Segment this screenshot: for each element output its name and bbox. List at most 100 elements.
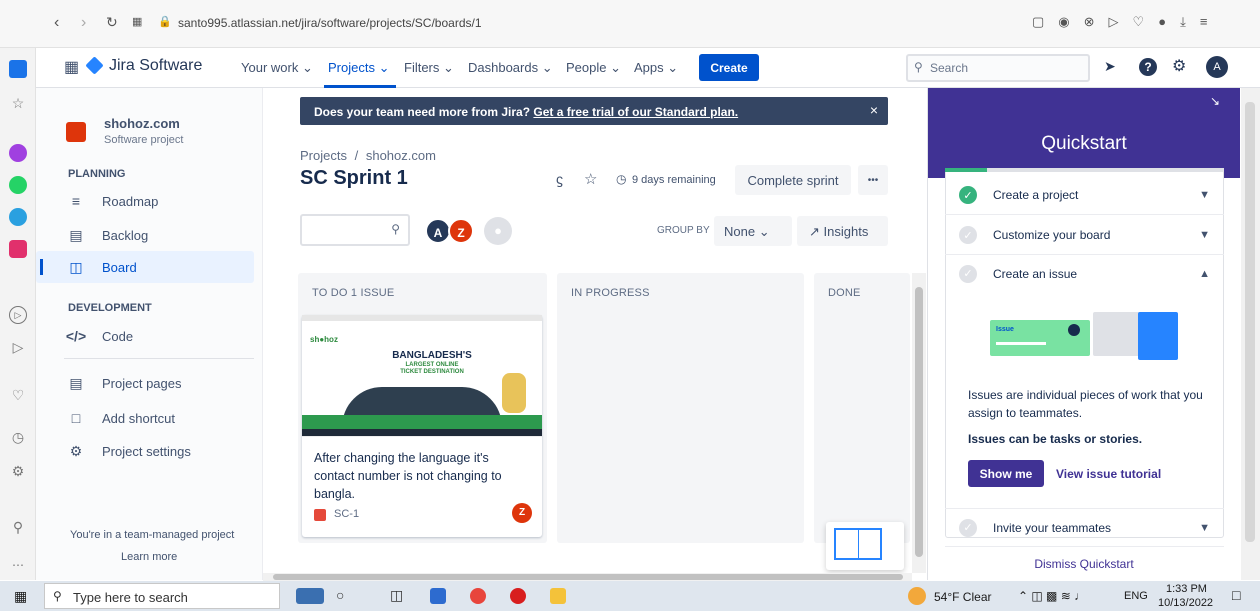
sidebar-item-project-pages[interactable]: ▤ Project pages [64, 368, 181, 398]
breadcrumb-project[interactable]: shohoz.com [366, 148, 436, 163]
group-by-select[interactable]: None ⌄ [714, 216, 792, 246]
chevron-down-icon: ▼ [1199, 189, 1210, 201]
add-people-icon[interactable]: ● [484, 217, 512, 245]
back-icon[interactable]: ‹ [54, 14, 59, 32]
nav-your-work[interactable]: Your work ⌄ [241, 60, 313, 76]
project-sidebar: shohoz.com Software project PLANNING ≡ Ro… [36, 88, 263, 580]
nav-filters[interactable]: Filters ⌄ [404, 60, 454, 76]
project-name[interactable]: shohoz.com [104, 116, 180, 131]
nav-dashboards[interactable]: Dashboards ⌄ [468, 60, 553, 76]
instagram-icon[interactable] [9, 240, 27, 258]
avatar-z[interactable]: Z [448, 218, 474, 244]
more-actions-button[interactable]: ••• [858, 165, 888, 195]
issue-key[interactable]: SC-1 [334, 508, 359, 520]
more-icon[interactable]: ⋯ [9, 556, 27, 574]
settings-icon: ⚙ [69, 442, 83, 459]
sidebar-item-code[interactable]: </> Code [64, 321, 133, 351]
minimap-panel[interactable] [826, 522, 904, 570]
bulb-icon[interactable]: ⚲ [9, 518, 27, 536]
telegram-icon[interactable] [9, 208, 27, 226]
nav-projects[interactable]: Projects ⌄ [328, 60, 389, 76]
column-in-progress: IN PROGRESS [557, 273, 804, 543]
sidebar-item-board[interactable]: ◫ Board [64, 252, 136, 282]
qs-item-create-issue[interactable]: ✓ Create an issue ▲ [945, 254, 1224, 293]
help-icon[interactable]: ? [1139, 58, 1157, 76]
minimize-icon[interactable]: ↘ [1210, 94, 1220, 108]
forward-icon[interactable]: › [81, 14, 86, 32]
lightning-icon[interactable]: ϛ [556, 171, 563, 187]
tray-icons[interactable]: ⌃ ◫ ▩ ≋ ♩ [1018, 589, 1086, 603]
chrome-icon[interactable] [470, 588, 486, 604]
assignee-avatar[interactable]: Z [512, 503, 532, 523]
insights-button[interactable]: ↗ Insights [797, 216, 888, 246]
widget-icon[interactable] [296, 588, 324, 604]
settings-icon[interactable]: ⚙ [9, 462, 27, 480]
history-icon[interactable]: ◷ [9, 428, 27, 446]
show-me-button[interactable]: Show me [968, 460, 1044, 487]
sidebar-item-roadmap[interactable]: ≡ Roadmap [64, 186, 158, 216]
media-icon[interactable]: ▷ [9, 306, 27, 324]
messenger-icon[interactable] [9, 144, 27, 162]
app-switcher-icon[interactable]: ▦ [64, 57, 79, 77]
opera-icon[interactable] [510, 588, 526, 604]
favorites-icon[interactable]: ♡ [9, 386, 27, 404]
search-input[interactable]: ⚲ Search [906, 54, 1090, 82]
language-indicator[interactable]: ENG [1124, 590, 1148, 602]
heart-icon[interactable]: ♡ [1133, 14, 1145, 30]
board-search-input[interactable]: ⚲ [300, 214, 410, 246]
download-icon[interactable]: ⤓ [1180, 14, 1186, 30]
nav-apps[interactable]: Apps ⌄ [634, 60, 678, 76]
nav-people[interactable]: People ⌄ [566, 60, 621, 76]
qs-item-invite[interactable]: ✓ Invite your teammates ▼ [945, 508, 1224, 547]
share-icon[interactable]: ▢ [1032, 14, 1044, 30]
breadcrumb-projects[interactable]: Projects [300, 148, 347, 163]
view-tutorial-link[interactable]: View issue tutorial [1056, 467, 1161, 481]
learn-more-link[interactable]: Learn more [121, 551, 177, 563]
user-avatar[interactable]: A [1206, 56, 1228, 78]
refresh-icon[interactable]: ↻ [106, 14, 118, 31]
weather-text[interactable]: 54°F Clear [934, 590, 992, 604]
banner-close-icon[interactable]: × [870, 102, 878, 118]
camera-icon[interactable]: ◉ [1058, 14, 1069, 30]
create-button[interactable]: Create [699, 54, 759, 81]
star-icon[interactable]: ☆ [9, 94, 27, 112]
close-circle-icon[interactable]: ⊗ [1084, 14, 1095, 30]
notification-center-icon[interactable]: □ [1232, 587, 1240, 603]
horizontal-scrollbar[interactable] [263, 573, 912, 581]
home-icon[interactable] [9, 60, 27, 78]
sidebar-item-backlog[interactable]: ▤ Backlog [64, 220, 148, 250]
apps-grid-icon[interactable]: ▦ [132, 15, 142, 28]
qs-item-customize-board[interactable]: ✓ Customize your board ▼ [945, 216, 1224, 255]
play-icon[interactable]: ▷ [1109, 14, 1119, 30]
upgrade-banner: Does your team need more from Jira? Get … [300, 97, 888, 125]
file-explorer-icon[interactable] [550, 588, 566, 604]
address-bar[interactable]: santo995.atlassian.net/jira/software/pro… [178, 16, 482, 30]
task-view-icon[interactable]: ◫ [390, 587, 403, 604]
column-todo: TO DO 1 ISSUE sh●hoz BANGLADESH'S LARGES… [298, 273, 547, 543]
issue-card[interactable]: sh●hoz BANGLADESH'S LARGEST ONLINE TICKE… [302, 315, 542, 537]
whatsapp-icon[interactable] [9, 176, 27, 194]
clock-icon: ◷ [616, 172, 627, 186]
page-scrollbar[interactable] [1241, 88, 1260, 580]
menu-icon[interactable]: ≡ [1200, 14, 1208, 30]
check-icon: ✓ [959, 186, 977, 204]
clock-time[interactable]: 1:33 PM [1166, 583, 1207, 595]
banner-trial-link[interactable]: Get a free trial of our Standard plan. [533, 105, 738, 119]
complete-sprint-button[interactable]: Complete sprint [735, 165, 851, 195]
star-icon[interactable]: ☆ [584, 170, 597, 188]
sidebar-item-project-settings[interactable]: ⚙ Project settings [64, 436, 191, 466]
notifications-icon[interactable]: ➤ [1104, 58, 1116, 75]
product-name[interactable]: Jira Software [109, 57, 202, 75]
settings-gear-icon[interactable]: ⚙ [1172, 56, 1186, 76]
send-icon[interactable]: ▷ [9, 338, 27, 356]
vertical-scrollbar[interactable] [912, 273, 926, 573]
taskbar-search[interactable]: ⚲ Type here to search [44, 583, 280, 609]
mail-icon[interactable] [430, 588, 446, 604]
profile-icon[interactable]: ● [1158, 14, 1166, 30]
sidebar-item-add-shortcut[interactable]: □ Add shortcut [64, 403, 175, 433]
qs-item-create-project[interactable]: ✓ Create a project ▼ [945, 176, 1224, 215]
clock-date[interactable]: 10/13/2022 [1158, 597, 1213, 609]
cortana-icon[interactable]: ○ [336, 587, 344, 603]
dismiss-quickstart-link[interactable]: Dismiss Quickstart [928, 557, 1240, 571]
windows-start-icon[interactable]: ▦ [14, 588, 27, 605]
